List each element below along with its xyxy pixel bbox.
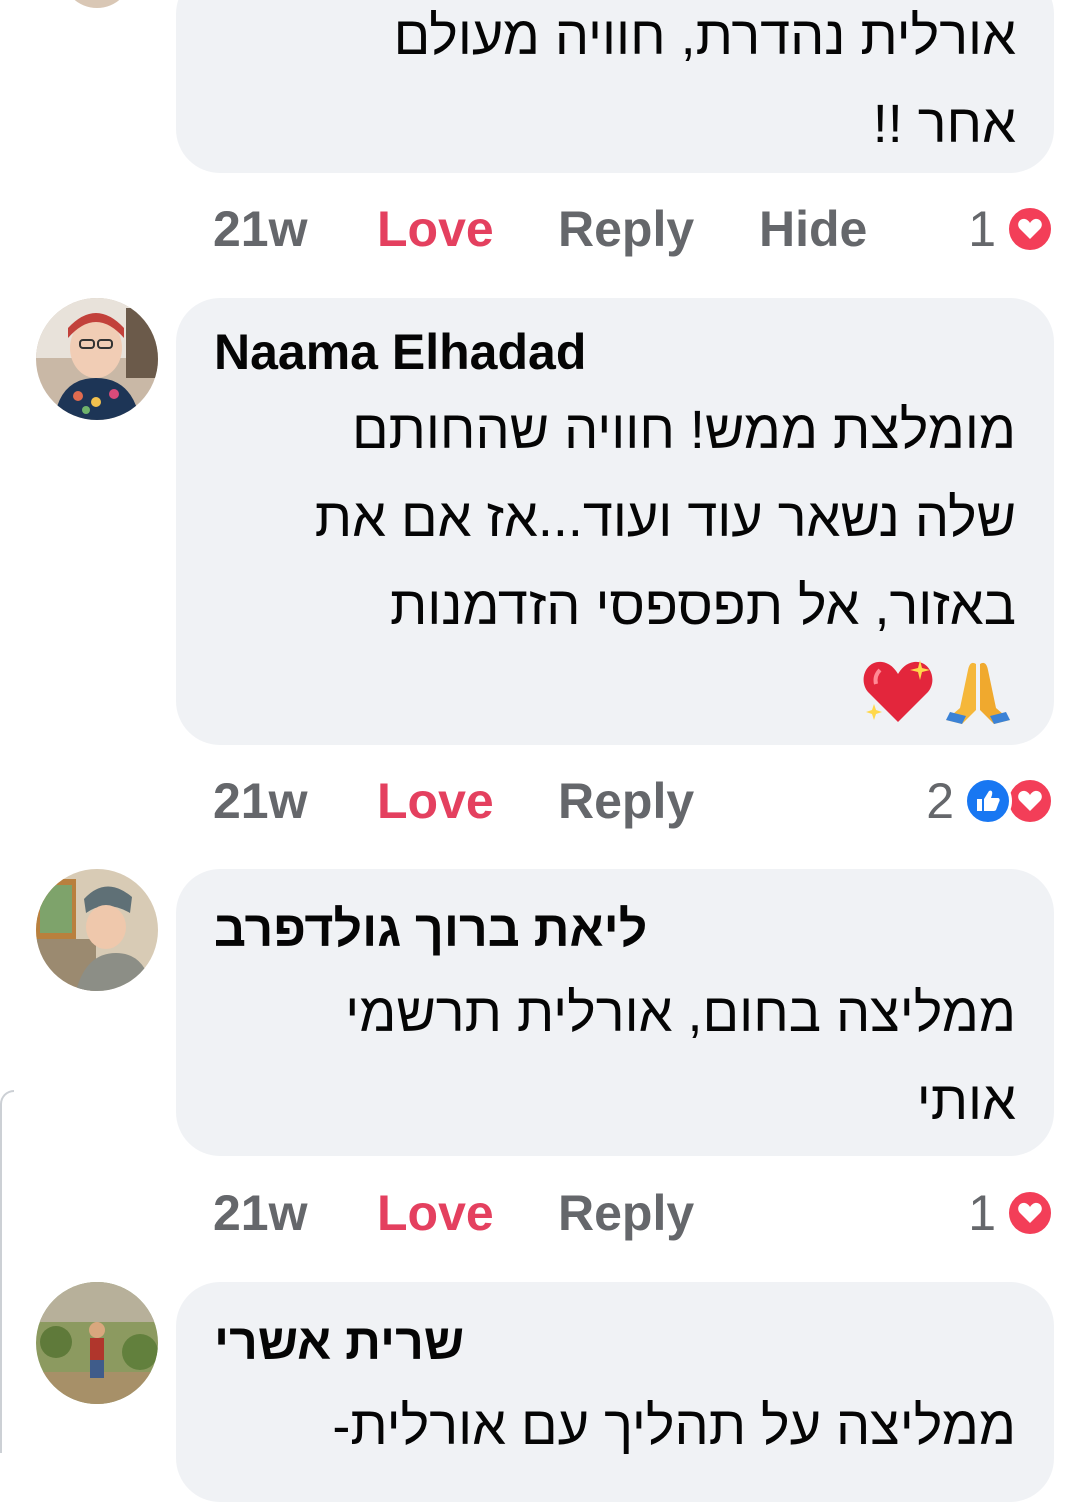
- reply-button[interactable]: Reply: [558, 1178, 694, 1248]
- comment-actions: 21w Love Reply 1: [0, 1178, 1071, 1248]
- comment-text-line: אורלית נהדרת, חוויה מעולם: [393, 6, 1016, 66]
- reaction-summary[interactable]: 1: [968, 194, 1054, 264]
- comment-text-line: ממליצה בחום, אורלית תרשמי: [345, 983, 1016, 1043]
- avatar[interactable]: [36, 869, 158, 991]
- thread-line: [0, 1090, 14, 1453]
- avatar[interactable]: [36, 298, 158, 420]
- hide-button[interactable]: Hide: [759, 194, 867, 264]
- comment-timestamp[interactable]: 21w: [213, 1178, 308, 1248]
- comment-actions: 21w Love Reply 2: [0, 766, 1071, 836]
- reaction-count: 2: [926, 773, 954, 829]
- comment-actions: 21w Love Reply Hide 1: [0, 194, 1071, 264]
- comment-author[interactable]: שרית אשרי: [214, 1312, 464, 1372]
- avatar-partial[interactable]: [62, 0, 132, 8]
- comment-bubble[interactable]: שרית אשרי ממליצה על תהליך עם אורלית-: [176, 1282, 1054, 1502]
- reaction-count: 1: [968, 1185, 996, 1241]
- comment-timestamp[interactable]: 21w: [213, 194, 308, 264]
- avatar[interactable]: [36, 1282, 158, 1404]
- heart-icon: [1006, 777, 1054, 825]
- comment-text-line: מומלצת ממש! חוויה שהחותם: [351, 400, 1016, 460]
- comment-bubble[interactable]: ליאת ברוך גולדפרב ממליצה בחום, אורלית תר…: [176, 869, 1054, 1156]
- reply-button[interactable]: Reply: [558, 194, 694, 264]
- comment-author[interactable]: Naama Elhadad: [214, 322, 586, 382]
- love-button[interactable]: Love: [377, 766, 494, 836]
- reaction-summary[interactable]: 1: [968, 1178, 1054, 1248]
- reaction-summary[interactable]: 2: [926, 766, 1054, 836]
- reply-button[interactable]: Reply: [558, 766, 694, 836]
- praying-hands-emoji: [940, 656, 1016, 731]
- comment-text-line: אחר !!: [872, 94, 1016, 154]
- heart-icon: [1006, 1189, 1054, 1237]
- comment-author[interactable]: ליאת ברוך גולדפרב: [214, 899, 647, 959]
- like-icon: [964, 777, 1012, 825]
- reaction-count: 1: [968, 201, 996, 257]
- heart-icon: [1006, 205, 1054, 253]
- comment-text-line: אותי: [916, 1071, 1016, 1131]
- comment-text-line: באזור, אל תפספסי הזדמנות: [389, 576, 1016, 636]
- comment-emojis: [860, 656, 1016, 731]
- love-button[interactable]: Love: [377, 194, 494, 264]
- love-button[interactable]: Love: [377, 1178, 494, 1248]
- comment-timestamp[interactable]: 21w: [213, 766, 308, 836]
- comment-text-line: ממליצה על תהליך עם אורלית-: [332, 1396, 1016, 1456]
- comment-bubble[interactable]: אורלית נהדרת, חוויה מעולם אחר !!: [176, 0, 1054, 173]
- comment-bubble[interactable]: Naama Elhadad מומלצת ממש! חוויה שהחותם ש…: [176, 298, 1054, 745]
- sparkling-heart-emoji: [860, 656, 936, 731]
- comment-text-line: שלה נשאר עוד ועוד...אז אם את: [314, 488, 1016, 548]
